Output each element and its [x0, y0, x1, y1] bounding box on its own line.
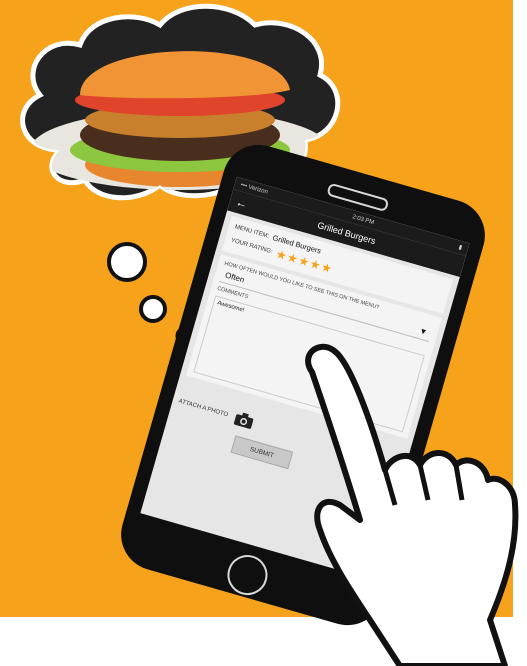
- pointing-hand-illustration: [305, 343, 519, 666]
- hand-icon: [305, 343, 519, 666]
